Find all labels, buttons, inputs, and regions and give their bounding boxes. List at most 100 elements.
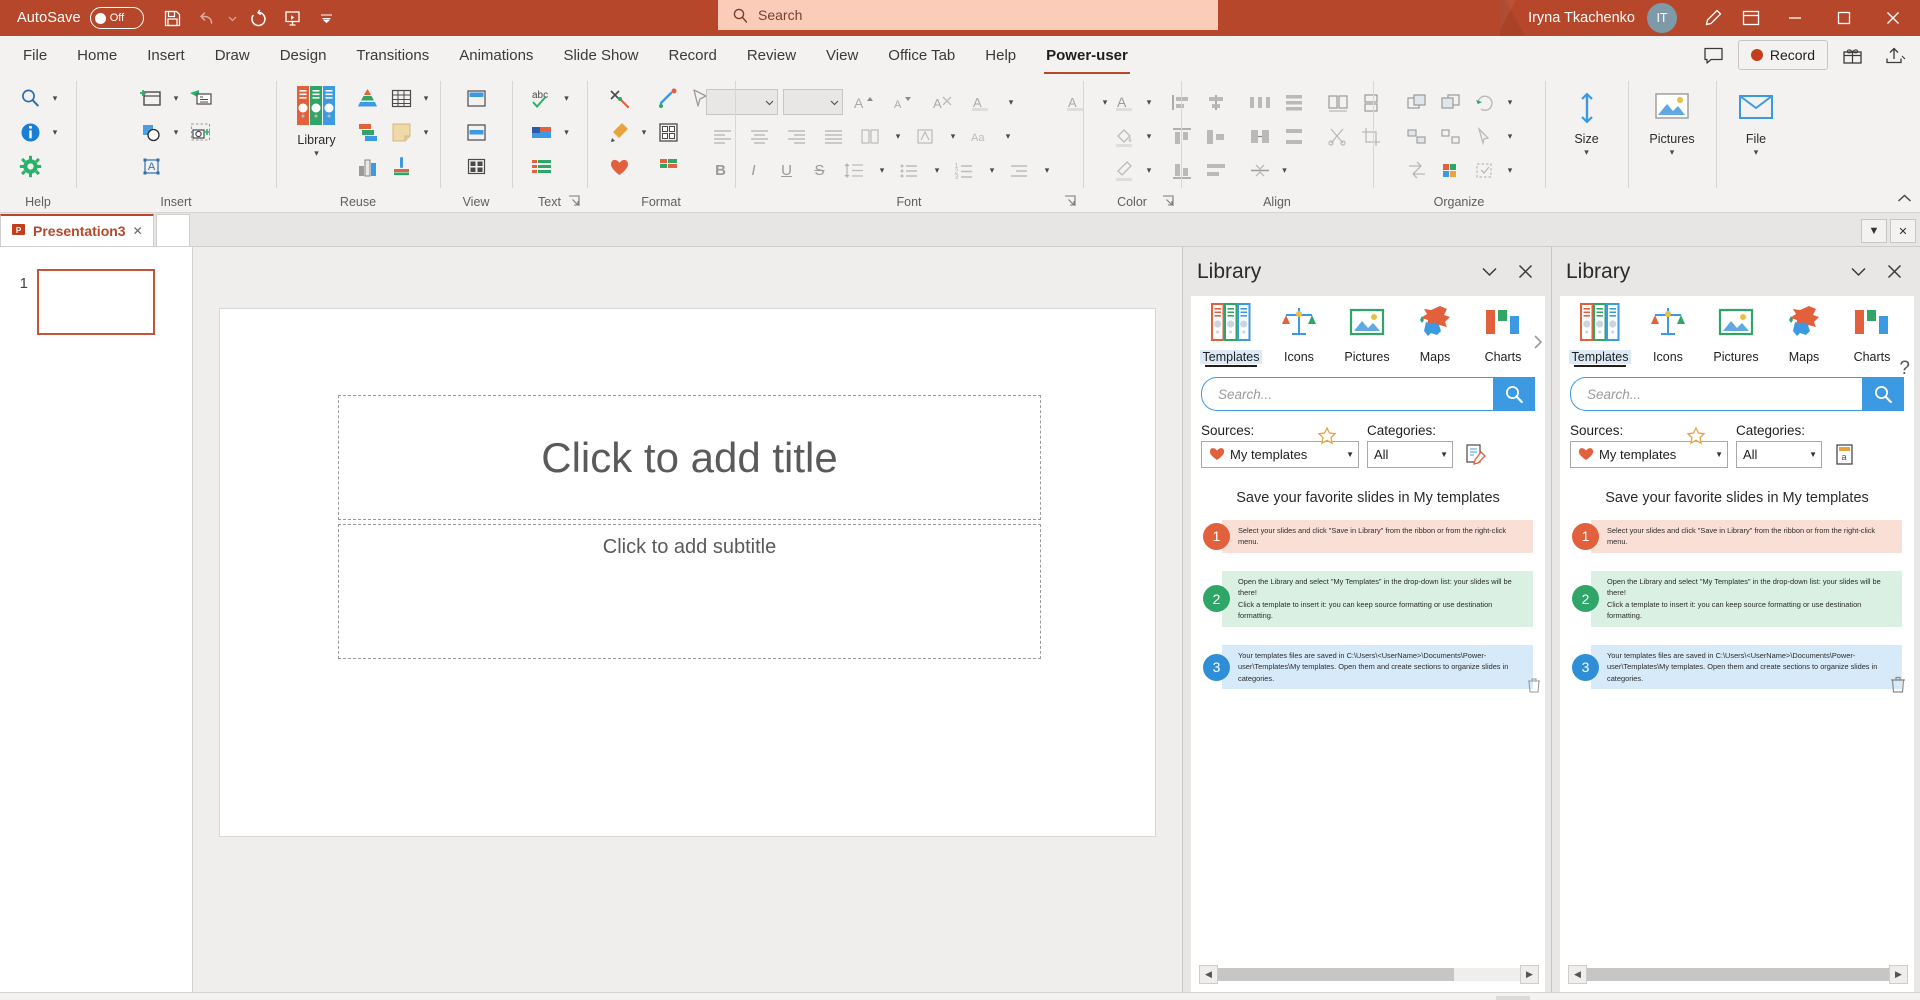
pane-2-close-icon[interactable] (1876, 254, 1912, 290)
tab-review[interactable]: Review (732, 36, 811, 75)
tab-slide-show[interactable]: Slide Show (548, 36, 653, 75)
tab-transitions[interactable]: Transitions (341, 36, 444, 75)
file-caret-icon[interactable]: ▾ (1754, 147, 1759, 158)
tab-insert[interactable]: Insert (132, 36, 200, 75)
layout-mid-row[interactable] (459, 115, 493, 149)
autosave-control[interactable]: AutoSave Off (0, 7, 144, 29)
document-tab-presentation3[interactable]: P Presentation3 ✕ (0, 214, 154, 246)
favorite-star-icon[interactable] (1317, 426, 1337, 449)
send-back-icon[interactable] (1435, 87, 1469, 117)
library-2-tab-maps[interactable]: Maps (1772, 302, 1836, 367)
layout-top-row[interactable] (459, 81, 493, 115)
tab-design[interactable]: Design (265, 36, 342, 75)
shape-row[interactable]: ▾ (135, 115, 184, 149)
select-all-caret-icon[interactable]: ▾ (1503, 155, 1518, 185)
customize-qat-icon[interactable] (312, 4, 342, 32)
comments-icon[interactable] (1696, 40, 1731, 70)
line-color-caret-icon[interactable]: ▾ (1142, 155, 1157, 185)
info-command-row[interactable]: ▾ (14, 115, 63, 149)
new-document-tab[interactable] (155, 214, 190, 246)
ungroup-objects-icon[interactable] (1435, 121, 1469, 151)
layout-grid-row[interactable] (459, 149, 493, 183)
stamp-row[interactable] (385, 149, 434, 183)
font-color-main-caret-icon[interactable]: ▾ (1142, 87, 1157, 117)
scroll-track-2[interactable] (1587, 968, 1889, 981)
library-2-search-button[interactable] (1862, 377, 1904, 411)
library-2-tab-icons[interactable]: Icons (1636, 302, 1700, 367)
tab-help[interactable]: Help (970, 36, 1031, 75)
sticky-caret-icon[interactable]: ▾ (419, 117, 434, 147)
new-slide-icon[interactable] (135, 83, 169, 113)
fill-color-row[interactable]: ▾ (1108, 119, 1157, 153)
stacked-shapes-row[interactable] (351, 115, 385, 149)
magnifier-icon[interactable] (14, 83, 48, 113)
gift-icon[interactable] (1835, 40, 1870, 70)
undo-dropdown-icon[interactable] (226, 4, 240, 32)
fill-bucket-icon[interactable] (1108, 121, 1142, 151)
manage-library-icon[interactable]: a (1830, 441, 1860, 468)
scroll-left-icon-2[interactable]: ◀ (1568, 965, 1587, 984)
categories-dropdown[interactable]: All ▼ (1367, 441, 1453, 468)
change-case-caret-icon[interactable]: ▾ (1001, 121, 1016, 151)
sticky-note-icon[interactable] (385, 117, 419, 147)
selection-caret-icon[interactable]: ▾ (1503, 121, 1518, 151)
tab-animations[interactable]: Animations (444, 36, 548, 75)
pyramid-row[interactable] (351, 81, 385, 115)
grid-icon[interactable] (652, 117, 686, 147)
line-spacing-icon[interactable] (838, 155, 872, 185)
favorite-star-icon[interactable] (1686, 426, 1706, 449)
delete-icon[interactable] (1527, 677, 1541, 696)
save-icon[interactable] (158, 4, 188, 32)
shapes-icon[interactable] (135, 117, 169, 147)
library-2-search-input[interactable]: Search... (1570, 377, 1862, 411)
info-caret-icon[interactable]: ▾ (48, 117, 63, 147)
categories-chevron-down-icon[interactable]: ▼ (1440, 450, 1448, 459)
swap-objects-icon[interactable] (1243, 121, 1277, 151)
highlighter-icon[interactable] (603, 117, 637, 147)
doc-strip-close-icon[interactable]: ✕ (1890, 219, 1916, 243)
text-lines-icon[interactable] (525, 151, 559, 181)
size-button[interactable]: Size ▾ (1551, 87, 1623, 193)
file-button[interactable]: File ▾ (1722, 87, 1790, 193)
color-grid-icon[interactable] (1435, 155, 1469, 185)
font-size-combo[interactable] (782, 89, 843, 115)
text-box-icon[interactable]: A (135, 151, 169, 181)
change-case-icon[interactable]: Aa (964, 121, 998, 151)
fit-to-window-button[interactable] (1878, 996, 1912, 1000)
text-box-row[interactable]: A (135, 149, 184, 183)
library-tab-pictures[interactable]: Pictures (1335, 302, 1399, 367)
indent-icon[interactable] (1003, 155, 1037, 185)
library-pane-2-scrollbar[interactable]: ◀ ▶ (1568, 965, 1908, 984)
library-2-tab-pictures[interactable]: Pictures (1704, 302, 1768, 367)
tab-record[interactable]: Record (653, 36, 731, 75)
selection-pane-icon[interactable] (1469, 121, 1503, 151)
reading-view-button[interactable] (1572, 996, 1606, 1000)
numbered-caret-icon[interactable]: ▾ (985, 155, 1000, 185)
decrease-font-size-icon[interactable]: A (887, 87, 921, 117)
library-search-input[interactable]: Search... (1201, 377, 1493, 411)
maximize-button[interactable] (1820, 0, 1867, 36)
font-family-combo[interactable] (705, 89, 778, 115)
collapse-ribbon-icon[interactable] (1897, 193, 1912, 208)
pictures-caret-icon[interactable]: ▾ (1670, 147, 1675, 158)
library-tab-charts[interactable]: Charts (1471, 302, 1535, 367)
scissors-icon[interactable] (1321, 121, 1355, 151)
scroll-track[interactable] (1218, 968, 1520, 981)
sticky-note-row[interactable]: ▾ (385, 115, 434, 149)
insert-from-row[interactable] (184, 81, 218, 115)
search-bar[interactable]: Search (718, 0, 1218, 30)
align-tool-row[interactable] (652, 81, 686, 115)
categories-chevron-down-icon[interactable]: ▼ (1809, 450, 1817, 459)
screenshot-row[interactable] (184, 115, 218, 149)
library-2-tab-charts[interactable]: Charts (1840, 302, 1904, 367)
sources-chevron-down-icon[interactable]: ▼ (1715, 450, 1723, 459)
shape-caret-icon[interactable]: ▾ (169, 117, 184, 147)
align-bottom-icon[interactable] (1165, 155, 1199, 185)
align-right-icon[interactable] (780, 121, 814, 151)
info-icon[interactable] (14, 117, 48, 147)
grid-format-row[interactable] (652, 115, 686, 149)
align-left-icon[interactable] (706, 121, 740, 151)
category-scroll-right-icon[interactable] (1533, 334, 1543, 353)
pane-options-chevron-icon[interactable] (1471, 254, 1507, 290)
pen-icon[interactable] (1695, 2, 1731, 34)
